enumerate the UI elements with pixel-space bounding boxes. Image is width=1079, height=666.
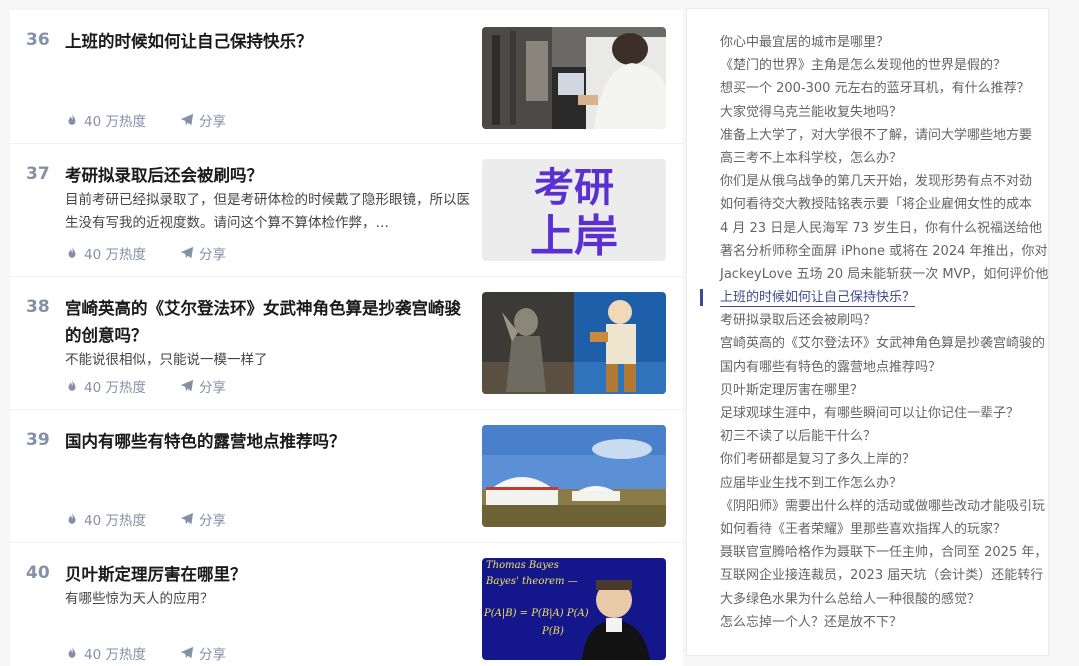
related-question-link[interactable]: 准备上大学了，对大学很不了解，请问大学哪些地方要 [687,124,1048,147]
hot-list-item[interactable]: 39 国内有哪些有特色的露营地点推荐吗？ 40 万热度 分享 [10,410,683,543]
item-meta: 40 万热度 分享 [65,643,260,663]
related-question-link[interactable]: 足球观球生涯中，有哪些瞬间可以让你记住一辈子？ [687,402,1048,425]
related-question-link[interactable]: 你们是从俄乌战争的第几天开始，发现形势有点不对劲 [687,170,1048,193]
thumb-text-formula: P(A|B) = P(B|A) P(A) [483,608,589,619]
item-thumbnail[interactable]: Thomas Bayes Bayes' theorem — P(A|B) = P… [482,558,666,660]
thumb-text-line2: 上岸 [530,211,618,261]
related-question-link[interactable]: 你们考研都是复习了多久上岸的？ [687,448,1048,471]
heat-label: 40 万热度 [84,647,146,663]
related-question-link[interactable]: 怎么忘掉一个人？还是放不下？ [687,611,1048,634]
related-question-link[interactable]: 互联网企业接连裁员，2023 届天坑（会计类）还能转行 [687,564,1048,587]
related-questions-list: 你心中最宜居的城市是哪里？ 《楚门的世界》主角是怎么发现他的世界是假的？ 想买一… [687,31,1048,634]
rank-number: 40 [26,563,50,583]
flame-icon [68,113,76,125]
heat-label: 40 万热度 [84,513,146,529]
hot-list-item[interactable]: 40 贝叶斯定理厉害在哪里？ 有哪些惊为天人的应用？ 40 万热度 分享 Tho… [10,543,683,666]
share-label: 分享 [198,114,226,130]
hot-list: 36 上班的时候如何让自己保持快乐？ 40 万热度 分享 37 考研拟录取后还会… [10,10,683,666]
related-question-link[interactable]: 贝叶斯定理厉害在哪里？ [687,379,1048,402]
item-thumbnail[interactable] [482,27,666,129]
share-label: 分享 [198,647,226,663]
heat-metric: 40 万热度 [65,243,146,263]
item-meta: 40 万热度 分享 [65,110,260,130]
item-thumbnail[interactable]: 考研 上岸 [482,159,666,261]
related-question-link[interactable]: 高三考不上本科学校，怎么办？ [687,147,1048,170]
flame-icon [68,646,76,658]
heat-metric: 40 万热度 [65,509,146,529]
related-question-link[interactable]: 4 月 23 日是人民海军 73 岁生日，你有什么祝福送给他 [687,217,1048,240]
item-meta: 40 万热度 分享 [65,509,260,529]
share-label: 分享 [198,380,226,396]
paper-plane-icon [180,379,194,392]
related-question-link[interactable]: 《楚门的世界》主角是怎么发现他的世界是假的？ [687,54,1048,77]
related-question-link[interactable]: 大家觉得乌克兰能收复失地吗？ [687,101,1048,124]
item-thumbnail[interactable] [482,425,666,527]
related-question-link[interactable]: 如何看待交大教授陆铭表示要「将企业雇佣女性的成本 [687,193,1048,216]
flame-icon [68,512,76,524]
share-label: 分享 [198,513,226,529]
share-button[interactable]: 分享 [180,376,226,396]
item-title[interactable]: 国内有哪些有特色的露营地点推荐吗？ [65,428,470,455]
heat-label: 40 万热度 [84,380,146,396]
flame-icon [68,379,76,391]
hot-list-item[interactable]: 36 上班的时候如何让自己保持快乐？ 40 万热度 分享 [10,10,683,144]
share-button[interactable]: 分享 [180,509,226,529]
hot-list-item[interactable]: 38 宫崎英高的《艾尔登法环》女武神角色算是抄袭宫崎骏的创意吗？ 不能说很相似，… [10,277,683,410]
related-question-link[interactable]: 《阴阳师》需要出什么样的活动或做哪些改动才能吸引玩 [687,495,1048,518]
flame-icon [68,246,76,258]
related-question-link[interactable]: 如何看待《王者荣耀》里那些喜欢指挥人的玩家？ [687,518,1048,541]
related-question-link[interactable]: 著名分析师称全面屏 iPhone 或将在 2024 年推出，你对 [687,240,1048,263]
related-question-link-active[interactable]: 上班的时候如何让自己保持快乐？ [687,286,1048,309]
item-meta: 40 万热度 分享 [65,376,260,396]
paper-plane-icon [180,113,194,126]
item-title[interactable]: 考研拟录取后还会被刷吗？ [65,162,470,189]
heat-metric: 40 万热度 [65,376,146,396]
related-question-link[interactable]: 你心中最宜居的城市是哪里？ [687,31,1048,54]
share-label: 分享 [198,247,226,263]
item-title[interactable]: 贝叶斯定理厉害在哪里？ [65,561,470,588]
heat-label: 40 万热度 [84,114,146,130]
item-title[interactable]: 上班的时候如何让自己保持快乐？ [65,28,470,55]
related-question-link[interactable]: JackeyLove 五场 20 局未能斩获一次 MVP，如何评价他 [687,263,1048,286]
item-meta: 40 万热度 分享 [65,243,260,263]
item-title[interactable]: 宫崎英高的《艾尔登法环》女武神角色算是抄袭宫崎骏的创意吗？ [65,295,470,349]
rank-number: 38 [26,297,50,317]
thumb-text-theorem: Bayes' theorem — [485,576,578,587]
paper-plane-icon [180,646,194,659]
share-button[interactable]: 分享 [180,643,226,663]
thumb-text-line1: 考研 [534,165,614,211]
rank-number: 37 [26,164,50,184]
related-question-link[interactable]: 应届毕业生找不到工作怎么办？ [687,472,1048,495]
item-excerpt[interactable]: 有哪些惊为天人的应用？ [65,588,470,611]
heat-metric: 40 万热度 [65,110,146,130]
paper-plane-icon [180,246,194,259]
related-question-link[interactable]: 想买一个 200-300 元左右的蓝牙耳机，有什么推荐？ [687,77,1048,100]
related-questions-panel: 你心中最宜居的城市是哪里？ 《楚门的世界》主角是怎么发现他的世界是假的？ 想买一… [686,8,1049,656]
rank-number: 39 [26,430,50,450]
hot-list-item[interactable]: 37 考研拟录取后还会被刷吗？ 目前考研已经拟录取了，但是考研体检的时候戴了隐形… [10,144,683,277]
heat-metric: 40 万热度 [65,643,146,663]
item-excerpt[interactable]: 目前考研已经拟录取了，但是考研体检的时候戴了隐形眼镜，所以医生没有写我的近视度数… [65,189,470,235]
item-excerpt[interactable]: 不能说很相似，只能说一模一样了 [65,349,470,372]
paper-plane-icon [180,512,194,525]
related-question-link[interactable]: 宫崎英高的《艾尔登法环》女武神角色算是抄袭宫崎骏的 [687,332,1048,355]
related-question-link[interactable]: 初三不读了以后能干什么？ [687,425,1048,448]
related-question-link[interactable]: 考研拟录取后还会被刷吗？ [687,309,1048,332]
share-button[interactable]: 分享 [180,110,226,130]
related-question-link[interactable]: 大多绿色水果为什么总给人一种很酸的感觉？ [687,588,1048,611]
related-question-link[interactable]: 国内有哪些有特色的露营地点推荐吗？ [687,356,1048,379]
item-thumbnail[interactable] [482,292,666,394]
thumb-text-name: Thomas Bayes [486,560,559,571]
heat-label: 40 万热度 [84,247,146,263]
thumb-text-denominator: P(B) [541,626,564,637]
share-button[interactable]: 分享 [180,243,226,263]
related-question-link[interactable]: 聂联官宣腾哈格作为聂联下一任主帅，合同至 2025 年， [687,541,1048,564]
rank-number: 36 [26,30,50,50]
